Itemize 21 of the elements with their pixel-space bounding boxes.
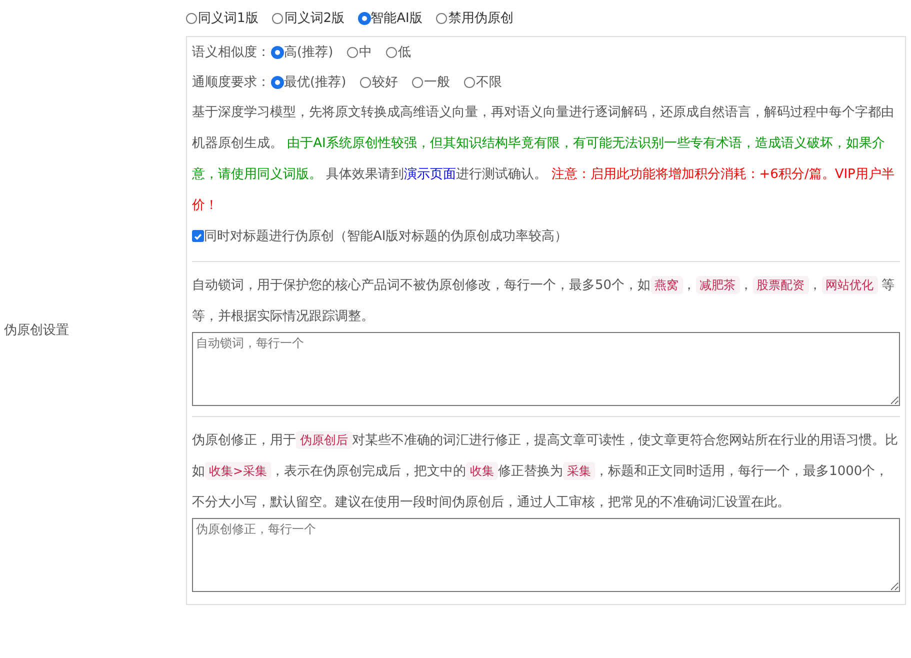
option-radio[interactable]: 低 (386, 43, 412, 61)
section-label: 伪原创设置 (4, 322, 69, 339)
option-radio[interactable]: 最优(推荐) (272, 73, 346, 91)
corrections-description: 伪原创修正，用于 伪原创后 对某些不准确的词汇进行修正，提高文章可读性，使文章更符合您网站所在行业的用语习惯。比如 收集>采集 ，表示在伪原创完成后，把文中的 收集 修正替换为 采集 ，标题和正文同时适用，每行一个，最多1000个，不分大小写，默认留空。建议在使用一段时间伪原创后，通过人工审核，把常见的不准确词汇设置在此。 (192, 430, 899, 512)
ai-description: 基于深度学习模型，先将原文转换成高维语义向量，再对语义向量进行逐词解码，还原成自然语言，解码过程中每个字都由机器原创生成。 由于AI系统原创性较强，但其知识结构毕竟有限，有可能无法识别一些专有术语，造成语义破坏，如果介意，请使用同义词版。 具体效果请到演示页面进行测试确认。 注意：启用此功能将增加积分消耗：+6积分/篇。VIP用户半价！ (192, 104, 896, 215)
option-radio[interactable]: 中 (347, 43, 372, 61)
option-radio[interactable]: 一般 (412, 73, 450, 91)
mode-radio[interactable]: 禁用伪原创 (436, 9, 514, 27)
option-radio[interactable]: 不限 (464, 73, 502, 91)
mode-radio[interactable]: 智能AI版 (358, 9, 422, 27)
option-label: 语义相似度： (192, 44, 270, 61)
option-radio[interactable]: 高(推荐) (272, 43, 334, 61)
title-checkbox[interactable]: 同时对标题进行伪原创（智能AI版对标题的伪原创成功率较高） (192, 221, 900, 251)
corrections-field[interactable]: 伪原创修正，每行一个 (192, 518, 900, 592)
mode-radio[interactable]: 同义词2版 (272, 9, 345, 27)
demo-page-link[interactable]: 演示页面 (404, 167, 456, 182)
mode-radio[interactable]: 同义词1版 (186, 9, 258, 27)
lock-words-field[interactable]: 自动锁词，每行一个 (192, 332, 900, 406)
lock-words-description: 自动锁词，用于保护您的核心产品词不被伪原创修改，每行一个，最多50个，如 燕窝 ， 减肥茶 ， 股票配资 ， 网站优化 等等，并根据实际情况跟踪调整。 (192, 275, 896, 326)
option-radio[interactable]: 较好 (360, 73, 398, 91)
option-label: 通顺度要求： (192, 74, 270, 91)
